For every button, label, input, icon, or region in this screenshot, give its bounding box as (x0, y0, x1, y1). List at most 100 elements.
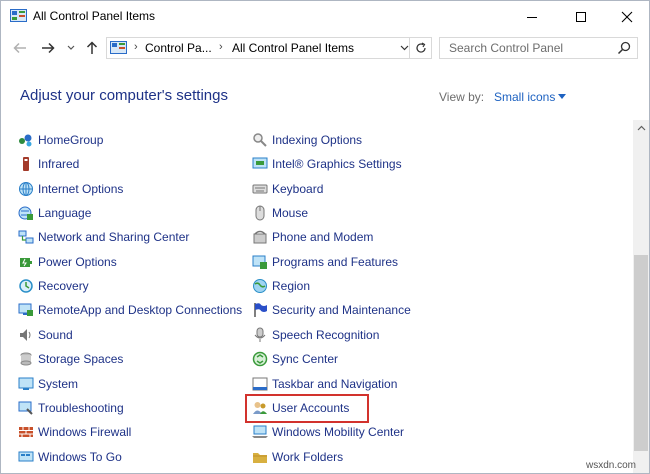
cp-item-label[interactable]: Region (272, 279, 310, 293)
cp-item-label[interactable]: Storage Spaces (38, 352, 123, 366)
sync-center-icon (252, 351, 268, 367)
cp-item-indexing-options[interactable]: Indexing Options (252, 130, 362, 150)
breadcrumb-control-panel[interactable]: Control Pa... (145, 41, 212, 55)
view-by-dropdown[interactable]: Small icons (494, 90, 555, 104)
cp-item-sound[interactable]: Sound (18, 325, 73, 345)
cp-item-label[interactable]: Keyboard (272, 182, 323, 196)
cp-item-label[interactable]: Mouse (272, 206, 308, 220)
vertical-scrollbar[interactable] (633, 120, 649, 473)
cp-item-troubleshooting[interactable]: Troubleshooting (18, 398, 124, 418)
forward-button[interactable] (39, 39, 57, 57)
cp-item-label[interactable]: Troubleshooting (38, 401, 124, 415)
highlight-box (245, 394, 369, 423)
cp-item-phone-and-modem[interactable]: Phone and Modem (252, 227, 373, 247)
chevron-down-icon (67, 45, 75, 50)
control-panel-icon (10, 9, 27, 22)
back-button[interactable] (11, 39, 29, 57)
recovery-icon (19, 279, 33, 293)
cp-item-label[interactable]: Phone and Modem (272, 230, 373, 244)
cp-item-infrared[interactable]: Infrared (18, 154, 79, 174)
search-box[interactable] (439, 37, 638, 59)
cp-item-homegroup[interactable]: HomeGroup (18, 130, 103, 150)
minimize-icon (527, 16, 537, 18)
storage-spaces-icon (20, 352, 32, 366)
cp-item-label[interactable]: System (38, 377, 78, 391)
cp-item-storage-spaces[interactable]: Storage Spaces (18, 349, 123, 369)
cp-item-keyboard[interactable]: Keyboard (252, 179, 323, 199)
cp-item-security-and-maintenance[interactable]: Security and Maintenance (252, 300, 411, 320)
up-button[interactable] (83, 39, 101, 57)
cp-item-label[interactable]: Windows Mobility Center (272, 425, 404, 439)
cp-item-label[interactable]: Infrared (38, 157, 79, 171)
page-title: Adjust your computer's settings (20, 87, 228, 104)
cp-item-label[interactable]: Internet Options (38, 182, 123, 196)
cp-item-label[interactable]: RemoteApp and Desktop Connections (38, 303, 242, 317)
cp-item-region[interactable]: Region (252, 276, 310, 296)
cp-item-label[interactable]: HomeGroup (38, 133, 103, 147)
cp-item-label[interactable]: Taskbar and Navigation (272, 377, 397, 391)
minimize-button[interactable] (509, 1, 555, 32)
cp-item-speech-recognition[interactable]: Speech Recognition (252, 325, 379, 345)
title-bar: All Control Panel Items (1, 1, 649, 32)
dropdown-arrow-icon[interactable] (558, 94, 566, 100)
refresh-icon (415, 42, 426, 53)
scroll-thumb[interactable] (634, 255, 648, 451)
breadcrumb-all-items[interactable]: All Control Panel Items (232, 41, 354, 55)
work-folders-icon (253, 453, 267, 463)
cp-item-taskbar-and-navigation[interactable]: Taskbar and Navigation (252, 374, 397, 394)
homegroup-icon (19, 134, 32, 147)
address-bar[interactable]: › Control Pa... › All Control Panel Item… (106, 37, 432, 59)
remoteapp-icon (18, 303, 33, 316)
close-icon (621, 11, 633, 22)
breadcrumb-separator[interactable]: › (134, 41, 138, 53)
cp-item-label[interactable]: Power Options (38, 255, 117, 269)
cp-item-programs-and-features[interactable]: Programs and Features (252, 252, 398, 272)
cp-item-windows-mobility-center[interactable]: Windows Mobility Center (252, 422, 404, 442)
mobility-center-icon (252, 425, 268, 438)
maximize-button[interactable] (558, 1, 604, 32)
breadcrumb-separator[interactable]: › (219, 41, 223, 53)
cp-item-system[interactable]: System (18, 374, 78, 394)
cp-item-mouse[interactable]: Mouse (252, 203, 308, 223)
cp-item-power-options[interactable]: Power Options (18, 252, 117, 272)
cp-item-label[interactable]: Speech Recognition (272, 328, 379, 342)
cp-item-label[interactable]: Recovery (38, 279, 89, 293)
cp-item-label[interactable]: Windows To Go (38, 450, 122, 464)
cp-item-label[interactable]: Sync Center (272, 352, 338, 366)
sound-icon (20, 329, 31, 341)
cp-item-label[interactable]: Sound (38, 328, 73, 342)
cp-item-windows-to-go[interactable]: Windows To Go (18, 447, 122, 467)
internet-options-icon (19, 182, 33, 196)
cp-item-label[interactable]: Indexing Options (272, 133, 362, 147)
cp-item-work-folders[interactable]: Work Folders (252, 447, 343, 467)
cp-item-label[interactable]: Security and Maintenance (272, 303, 411, 317)
recent-locations-button[interactable] (65, 39, 77, 57)
cp-item-windows-firewall[interactable]: Windows Firewall (18, 422, 131, 442)
search-input[interactable] (440, 38, 615, 58)
arrow-up-icon (86, 41, 98, 54)
close-button[interactable] (604, 1, 649, 32)
cp-item-label[interactable]: Windows Firewall (38, 425, 131, 439)
cp-item-internet-options[interactable]: Internet Options (18, 179, 123, 199)
arrow-left-icon (13, 42, 26, 54)
cp-item-remoteapp-and-desktop-connections[interactable]: RemoteApp and Desktop Connections (18, 300, 242, 320)
indexing-options-icon (253, 133, 267, 147)
cp-item-language[interactable]: Language (18, 203, 91, 223)
cp-item-label[interactable]: Programs and Features (272, 255, 398, 269)
cp-item-label[interactable]: Work Folders (272, 450, 343, 464)
cp-item-label[interactable]: Language (38, 206, 91, 220)
search-icon[interactable] (617, 41, 631, 55)
scroll-up-button[interactable] (633, 120, 649, 136)
cp-item-intel-graphics-settings[interactable]: Intel® Graphics Settings (252, 154, 402, 174)
cp-item-sync-center[interactable]: Sync Center (252, 349, 338, 369)
arrow-right-icon (42, 42, 55, 54)
cp-item-label[interactable]: Network and Sharing Center (38, 230, 189, 244)
cp-item-recovery[interactable]: Recovery (18, 276, 89, 296)
intel-graphics-icon (252, 157, 268, 169)
keyboard-icon (252, 184, 268, 194)
cp-item-network-and-sharing-center[interactable]: Network and Sharing Center (18, 227, 189, 247)
cp-item-label[interactable]: Intel® Graphics Settings (272, 157, 402, 171)
infrared-icon (23, 157, 29, 171)
system-icon (18, 377, 34, 390)
refresh-button[interactable] (409, 37, 432, 59)
